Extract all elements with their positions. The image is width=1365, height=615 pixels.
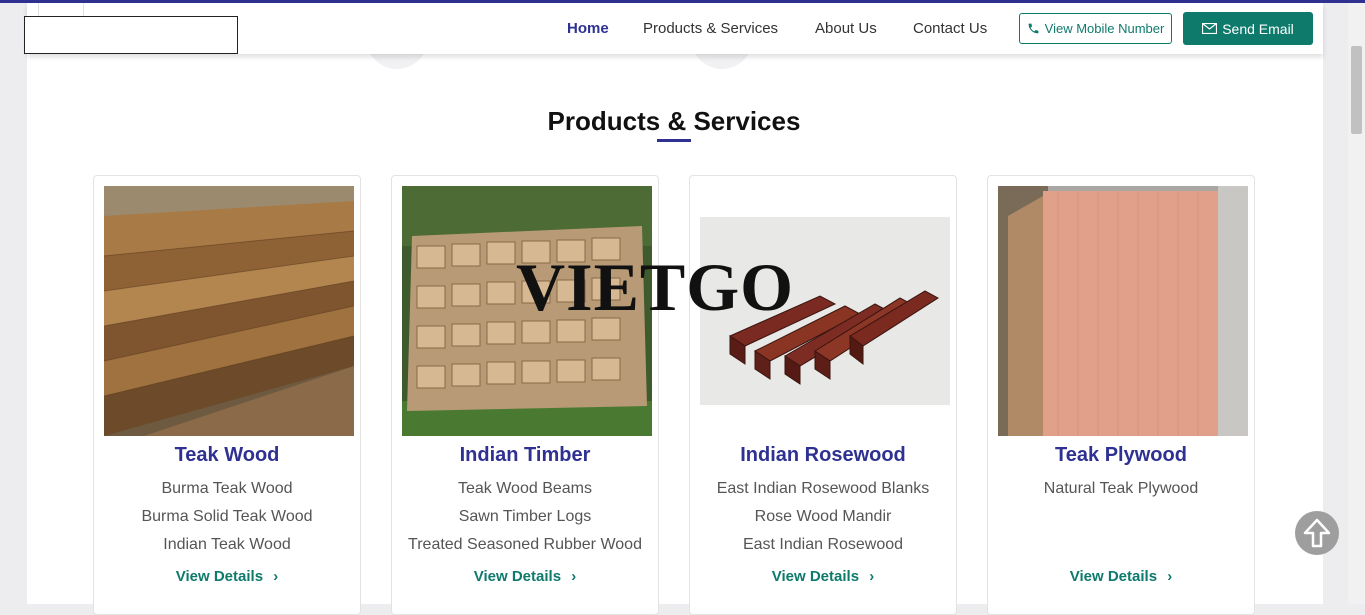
product-item[interactable]: Sawn Timber Logs	[392, 508, 658, 526]
scroll-to-top-button[interactable]	[1295, 511, 1339, 555]
nav-about-us[interactable]: About Us	[815, 20, 877, 37]
product-item[interactable]: Rose Wood Mandir	[690, 508, 956, 526]
product-card-indian-timber[interactable]: Indian Timber Teak Wood Beams Sawn Timbe…	[391, 175, 659, 615]
logo-placeholder[interactable]	[24, 16, 238, 54]
product-name[interactable]: Indian Timber	[392, 444, 658, 467]
product-name[interactable]: Indian Rosewood	[690, 444, 956, 467]
product-item[interactable]: East Indian Rosewood Blanks	[690, 480, 956, 498]
product-card-teak-plywood[interactable]: Teak Plywood Natural Teak Plywood View D…	[987, 175, 1255, 615]
section-title: Products & Services	[547, 106, 801, 136]
arrow-up-icon	[1303, 518, 1331, 548]
view-details-label: View Details	[175, 568, 264, 585]
view-details-label: View Details	[473, 568, 562, 585]
product-item[interactable]: Indian Teak Wood	[94, 536, 360, 554]
product-item[interactable]: Teak Wood Beams	[392, 480, 658, 498]
phone-icon	[1028, 23, 1039, 34]
product-item[interactable]: Burma Solid Teak Wood	[94, 508, 360, 526]
view-mobile-number-label: View Mobile Number	[1044, 21, 1165, 36]
send-email-button[interactable]: Send Email	[1183, 12, 1313, 45]
product-item[interactable]: Treated Seasoned Rubber Wood	[392, 536, 658, 554]
view-details-label: View Details	[771, 568, 860, 585]
teak-plywood-image[interactable]	[998, 186, 1248, 436]
view-details-label: View Details	[1069, 568, 1158, 585]
chevron-right-icon: ›	[869, 568, 875, 585]
envelope-icon	[1202, 23, 1218, 34]
product-card-teak-wood[interactable]: Teak Wood Burma Teak Wood Burma Solid Te…	[93, 175, 361, 615]
product-name[interactable]: Teak Wood	[94, 444, 360, 467]
chevron-right-icon: ›	[273, 568, 279, 585]
view-mobile-number-button[interactable]: View Mobile Number	[1019, 13, 1172, 44]
nav-contact-us[interactable]: Contact Us	[913, 20, 987, 37]
teak-wood-image[interactable]	[104, 186, 354, 436]
product-item[interactable]: Natural Teak Plywood	[988, 480, 1254, 498]
product-card-indian-rosewood[interactable]: Indian Rosewood East Indian Rosewood Bla…	[689, 175, 957, 615]
view-details-link[interactable]: View Details ›	[94, 568, 360, 585]
product-item[interactable]: East Indian Rosewood	[690, 536, 956, 554]
nav-home[interactable]: Home	[567, 20, 609, 37]
chevron-right-icon: ›	[1167, 568, 1173, 585]
view-details-link[interactable]: View Details ›	[690, 568, 956, 585]
view-details-link[interactable]: View Details ›	[988, 568, 1254, 585]
product-name[interactable]: Teak Plywood	[988, 444, 1254, 467]
product-item[interactable]: Burma Teak Wood	[94, 480, 360, 498]
send-email-label: Send Email	[1222, 20, 1294, 37]
scrollbar-thumb[interactable]	[1351, 46, 1362, 134]
nav-products-services[interactable]: Products & Services	[643, 20, 778, 37]
chevron-right-icon: ›	[571, 568, 577, 585]
title-underline	[657, 139, 691, 142]
watermark: VIETGO	[516, 249, 795, 325]
view-details-link[interactable]: View Details ›	[392, 568, 658, 585]
